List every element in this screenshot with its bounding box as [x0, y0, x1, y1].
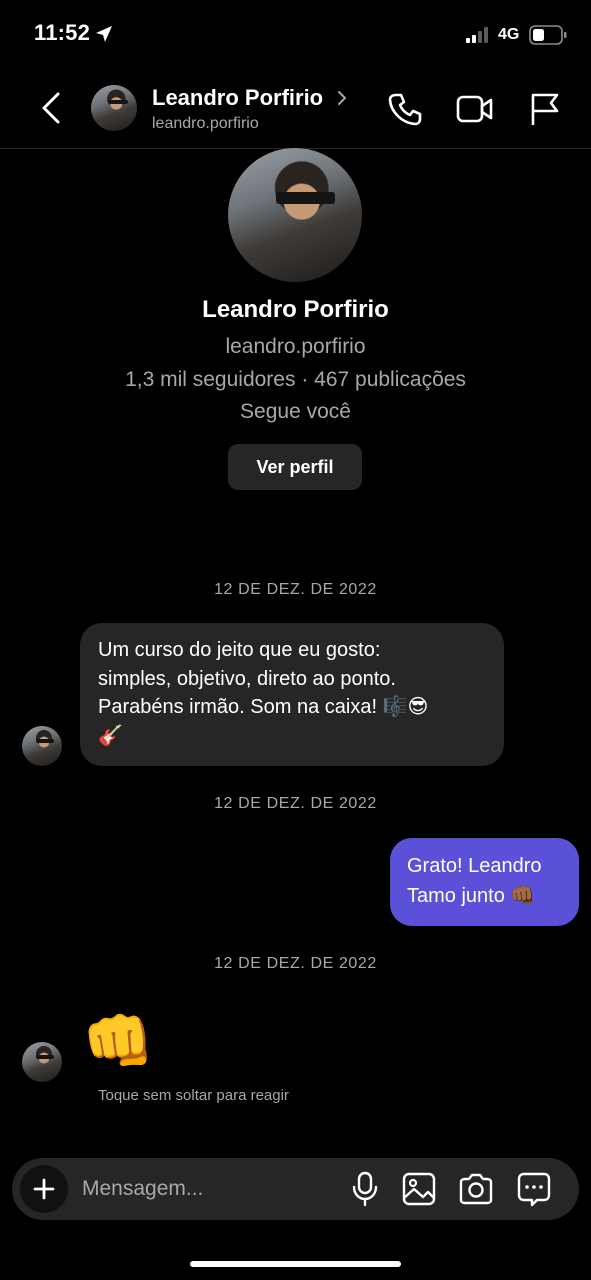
header-avatar[interactable] [91, 85, 137, 131]
header-username[interactable]: leandro.porfirio [152, 115, 259, 133]
header-name[interactable]: Leandro Porfirio [152, 85, 323, 111]
status-time: 11:52 [34, 20, 91, 45]
home-indicator[interactable] [190, 1261, 401, 1267]
view-profile-button[interactable]: Ver perfil [228, 444, 362, 490]
location-arrow-icon [94, 24, 114, 44]
network-label: 4G [498, 26, 520, 43]
follows-you-label: Segue você [240, 400, 351, 423]
message-line: Parabéns irmão. Som na caixa! 🎼😎 [98, 696, 429, 718]
microphone-icon[interactable] [351, 1171, 379, 1207]
sticker-icon[interactable] [516, 1171, 552, 1207]
date-separator: 12 DE DEZ. DE 2022 [214, 581, 377, 598]
message-line: Um curso do jeito que eu gosto: [98, 639, 381, 661]
sender-avatar[interactable] [22, 1042, 62, 1082]
outgoing-message-bubble[interactable]: Grato! Leandro Tamo junto 👊🏾 [390, 838, 579, 926]
message-input[interactable] [82, 1172, 332, 1206]
profile-stats: 1,3 mil seguidores · 467 publicações [125, 368, 466, 391]
camera-icon[interactable] [458, 1172, 494, 1206]
flag-icon[interactable] [530, 93, 560, 125]
back-icon[interactable] [40, 92, 62, 124]
incoming-message-bubble[interactable]: Um curso do jeito que eu gosto: simples,… [80, 623, 504, 766]
profile-name: Leandro Porfirio [202, 296, 389, 323]
message-line: 🎸 [98, 724, 123, 747]
react-hint: Toque sem soltar para reagir [98, 1087, 289, 1104]
message-line: Grato! Leandro [407, 855, 542, 877]
fist-emoji-message[interactable]: 👊 [82, 1010, 154, 1074]
phone-icon[interactable] [388, 92, 422, 126]
profile-avatar[interactable] [228, 148, 362, 282]
gallery-icon[interactable] [401, 1171, 437, 1207]
signal-icon [466, 27, 492, 43]
message-line: Tamo junto 👊🏾 [407, 885, 536, 907]
profile-username: leandro.porfirio [225, 335, 366, 358]
chevron-right-icon[interactable] [336, 90, 348, 106]
battery-icon [529, 25, 567, 45]
date-separator: 12 DE DEZ. DE 2022 [214, 795, 377, 812]
video-icon[interactable] [456, 94, 494, 124]
sender-avatar[interactable] [22, 726, 62, 766]
message-line: simples, objetivo, direto ao ponto. [98, 667, 396, 690]
date-separator: 12 DE DEZ. DE 2022 [214, 955, 377, 972]
plus-icon[interactable] [20, 1165, 68, 1213]
